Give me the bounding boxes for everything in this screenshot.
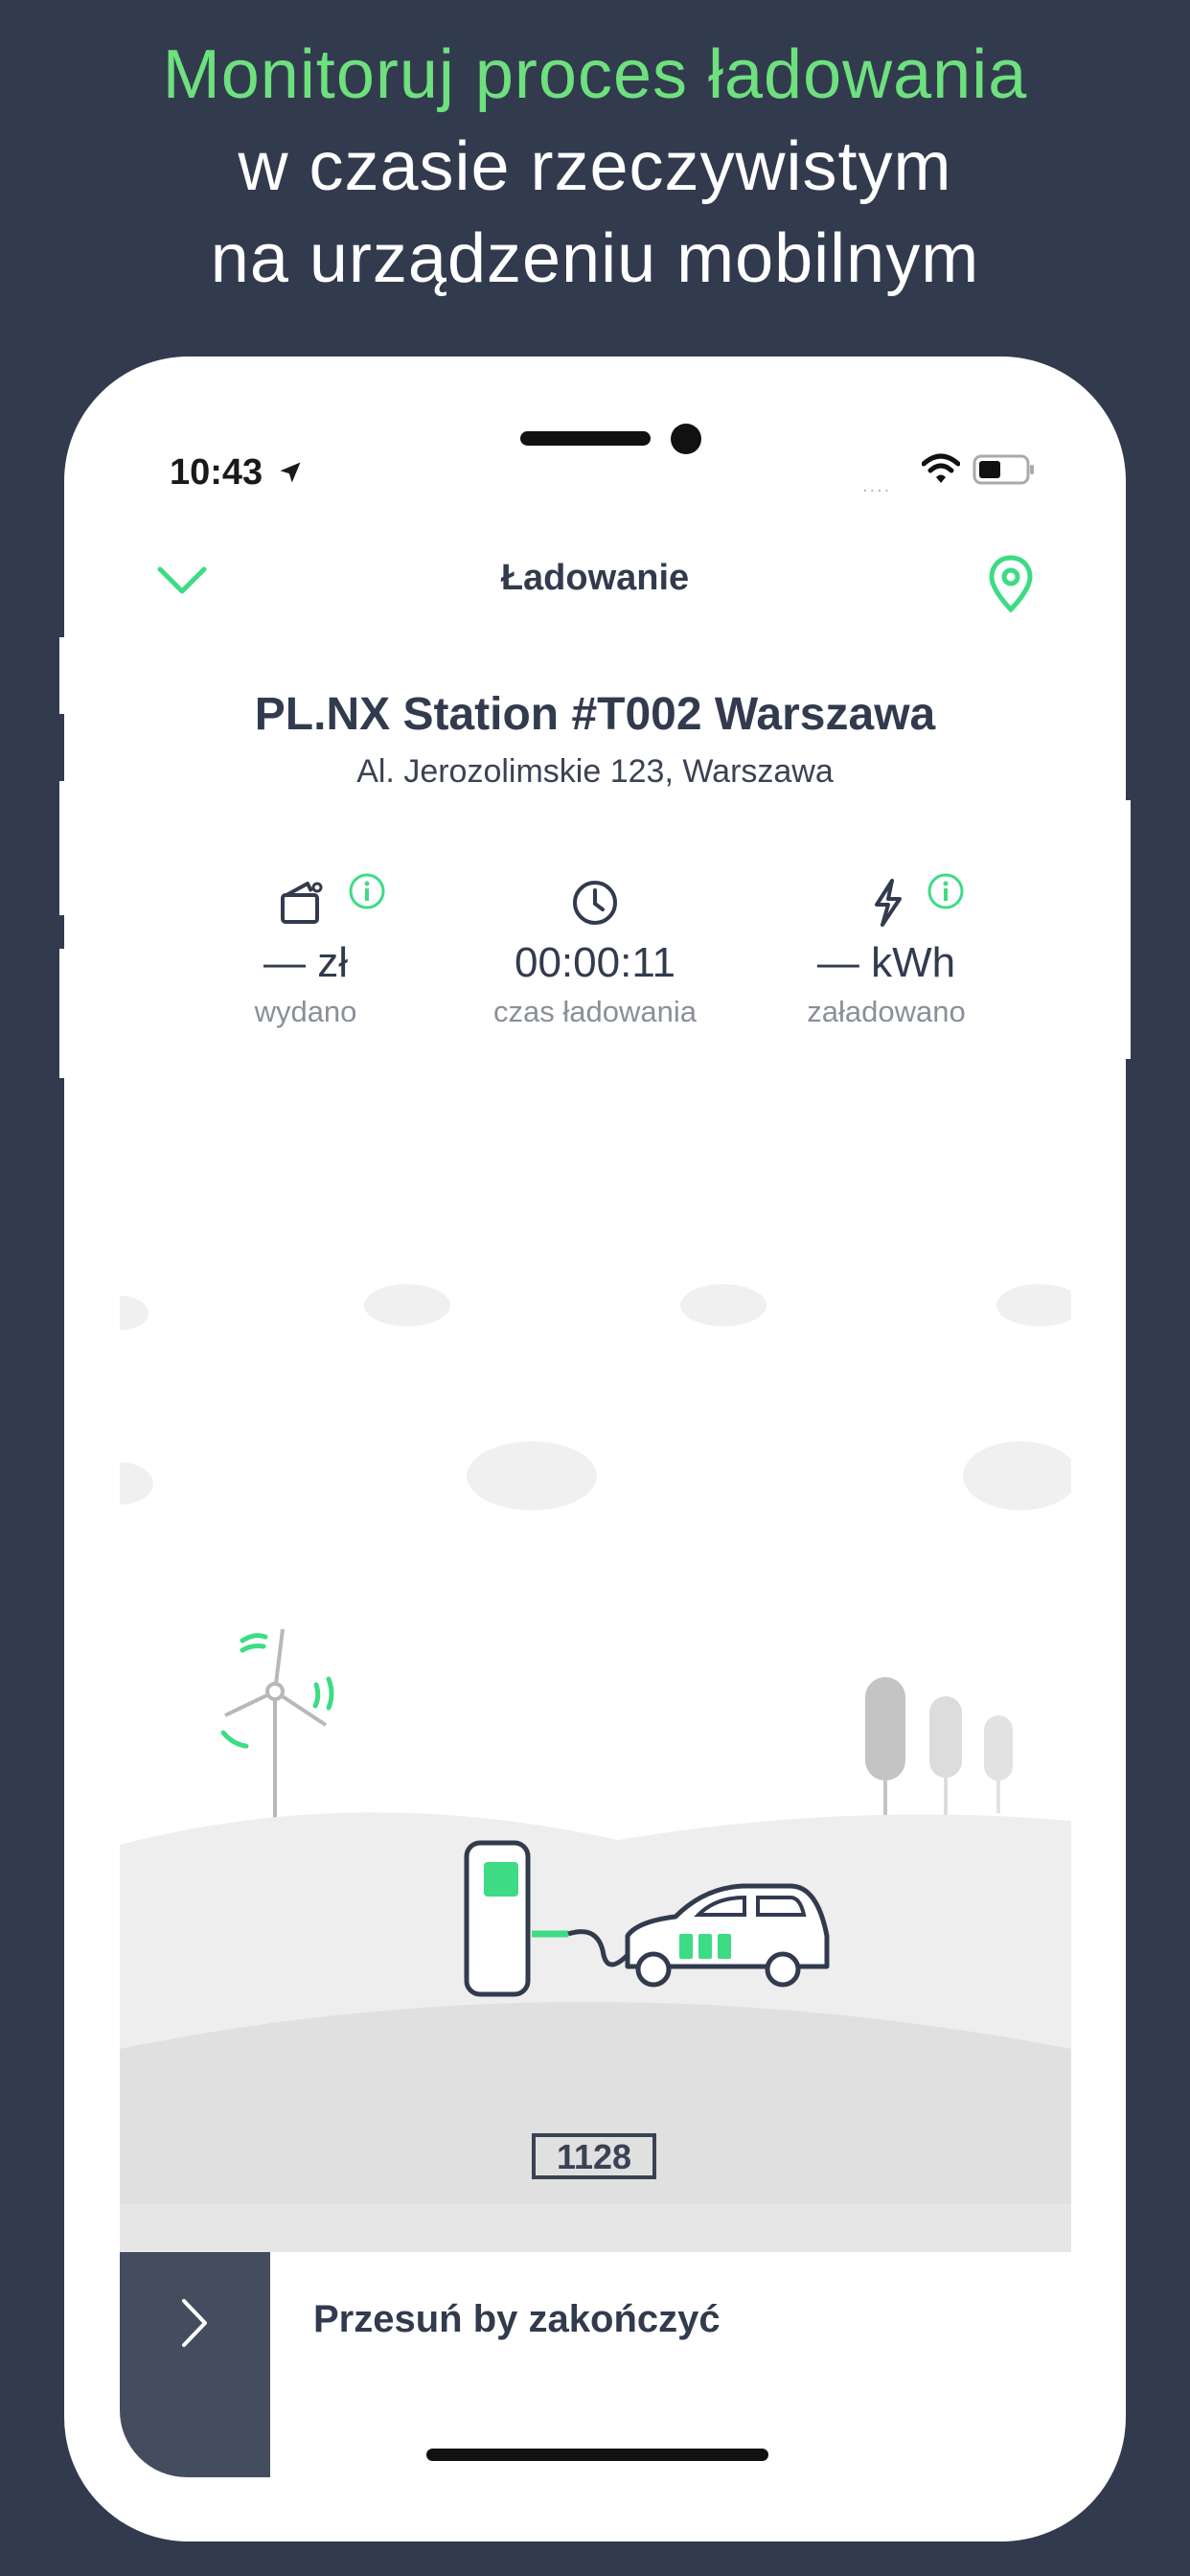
station-name: PL.NX Station #T002 Warszawa bbox=[254, 689, 936, 740]
promo-headline: Monitoruj proces ładowania w czasie rzec… bbox=[0, 29, 1190, 305]
clouds bbox=[120, 1284, 1071, 1510]
map-location-button[interactable] bbox=[987, 554, 1035, 618]
location-arrow-icon bbox=[280, 462, 301, 483]
slide-handle-chevron bbox=[180, 2297, 209, 2354]
wind-turbine bbox=[220, 1628, 334, 1838]
stat-label: wydano bbox=[254, 995, 357, 1028]
stat-duration: 00:00:11 czas ładowania bbox=[451, 872, 739, 1029]
lightning-icon bbox=[875, 879, 902, 927]
stat-spent: — zł wydano bbox=[210, 872, 401, 1029]
battery-icon bbox=[973, 454, 1034, 485]
stat-value: — kWh bbox=[816, 939, 956, 986]
phone-camera bbox=[671, 424, 701, 454]
trees bbox=[865, 1677, 1013, 1823]
charging-illustration bbox=[120, 1284, 1071, 2252]
wallet-icon bbox=[281, 882, 323, 924]
status-time-text: 10:43 bbox=[170, 452, 263, 493]
ground-strip bbox=[120, 2204, 1071, 2252]
phone-side-button bbox=[59, 949, 69, 1078]
chevron-right-icon bbox=[182, 2299, 207, 2347]
slide-to-stop-label: Przesuń by zakończyć bbox=[313, 2298, 721, 2340]
clock-icon bbox=[573, 881, 617, 925]
phone-side-button bbox=[1121, 800, 1131, 1059]
license-plate: 1128 bbox=[532, 2133, 656, 2179]
headline-line-2: w czasie rzeczywistym bbox=[238, 128, 952, 205]
headline-line-3: na urządzeniu mobilnym bbox=[210, 220, 980, 297]
wifi-icon bbox=[922, 453, 960, 483]
phone-speaker bbox=[520, 431, 651, 446]
stat-value: — zł bbox=[263, 939, 348, 986]
signal-dots-icon: .... bbox=[862, 475, 892, 496]
map-pin-icon bbox=[989, 555, 1033, 613]
phone-side-button bbox=[59, 781, 69, 915]
home-indicator[interactable] bbox=[426, 2449, 768, 2461]
stat-label: załadowano bbox=[807, 995, 966, 1028]
info-icon[interactable] bbox=[348, 872, 386, 910]
stat-value: 00:00:11 bbox=[514, 939, 675, 986]
slide-to-stop-handle[interactable] bbox=[120, 2252, 270, 2477]
stat-label: czas ładowania bbox=[493, 995, 697, 1028]
info-icon[interactable] bbox=[927, 872, 965, 910]
headline-line-1: Monitoruj proces ładowania bbox=[162, 36, 1028, 113]
station-address: Al. Jerozolimskie 123, Warszawa bbox=[356, 753, 834, 790]
stat-energy: — kWh załadowano bbox=[781, 872, 992, 1029]
status-time: 10:43 bbox=[170, 452, 304, 494]
